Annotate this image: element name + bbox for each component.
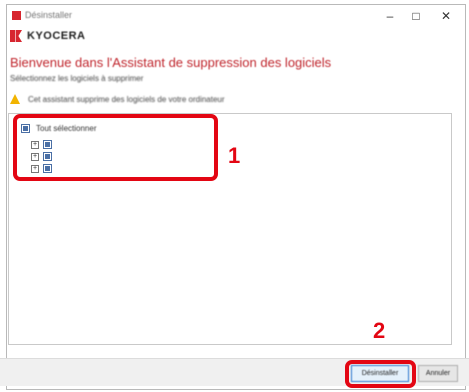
cancel-button[interactable]: Annuler [418, 365, 458, 382]
window-title: Désinstaller [25, 10, 73, 20]
warning-icon [10, 94, 20, 104]
page-subtitle: Sélectionnez les logiciels à supprimer [10, 74, 144, 83]
close-button[interactable]: ✕ [433, 7, 459, 25]
callout-highlight-1 [13, 114, 218, 181]
page-title: Bienvenue dans l'Assistant de suppressio… [10, 55, 332, 70]
callout-number-1: 1 [228, 143, 241, 168]
info-text: Cet assistant supprime des logiciels de … [28, 94, 225, 104]
callout-highlight-2 [345, 360, 416, 388]
info-row: Cet assistant supprime des logiciels de … [10, 92, 450, 106]
brand-name: KYOCERA [27, 30, 86, 42]
brand-logo: KYOCERA [10, 30, 86, 42]
callout-number-2: 2 [373, 318, 386, 343]
minimize-button[interactable]: – [377, 7, 403, 25]
maximize-button[interactable]: □ [403, 7, 429, 25]
kyocera-logo-icon [10, 30, 22, 42]
app-icon [12, 11, 21, 20]
title-bar: Désinstaller – □ ✕ [7, 5, 465, 27]
